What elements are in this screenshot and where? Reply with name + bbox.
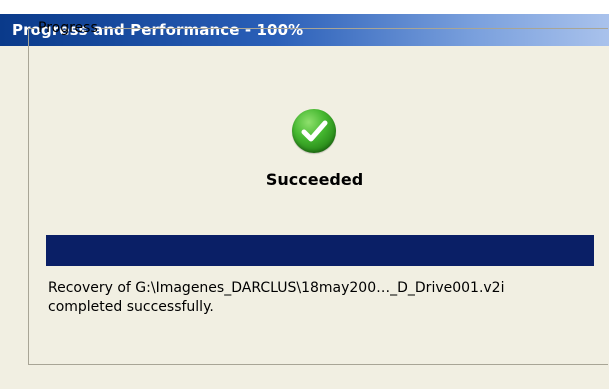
status-message-line1: Recovery of G:\Imagenes_DARCLUS\18may200… bbox=[48, 280, 505, 296]
progress-group-label: Progress bbox=[38, 20, 98, 36]
progress-bar bbox=[46, 235, 594, 266]
status-text: Succeeded bbox=[265, 170, 364, 189]
status-message-line2: completed successfully. bbox=[48, 299, 214, 315]
checkmark-success-icon bbox=[292, 109, 336, 153]
status-message: Recovery of G:\Imagenes_DARCLUS\18may200… bbox=[48, 279, 603, 317]
